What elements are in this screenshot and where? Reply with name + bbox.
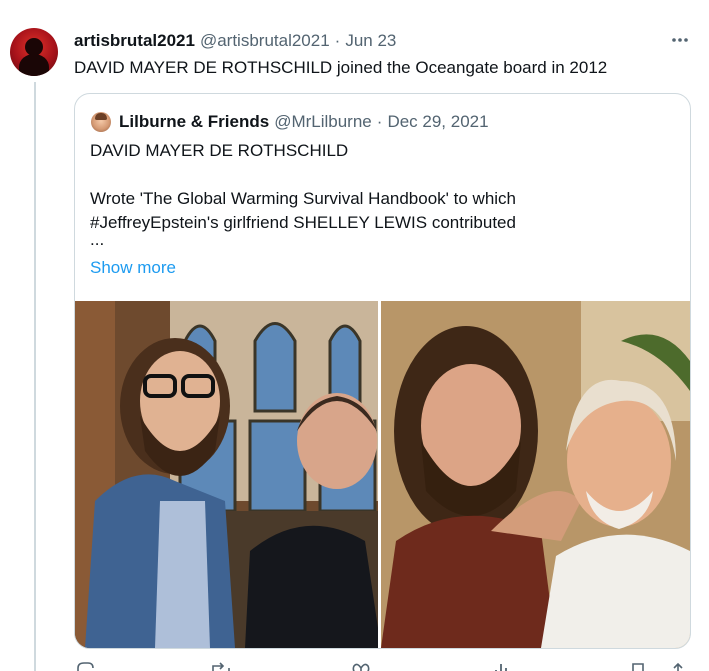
separator-dot: · (376, 112, 383, 131)
retweet-icon[interactable] (211, 661, 231, 671)
quoted-media-grid (75, 301, 690, 648)
quoted-text-line: DAVID MAYER DE ROTHSCHILD (90, 141, 349, 160)
quoted-text-ellipsis: ... (90, 230, 105, 249)
quoted-author-handle[interactable]: @MrLilburne (274, 112, 372, 132)
show-more-link[interactable]: Show more (90, 258, 176, 278)
more-horizontal-icon (672, 38, 688, 42)
quoted-author-name[interactable]: Lilburne & Friends (119, 112, 269, 132)
author-name[interactable]: artisbrutal2021 (74, 31, 195, 51)
reply-icon[interactable] (76, 661, 94, 671)
like-icon[interactable] (352, 661, 370, 671)
photo-left[interactable] (75, 301, 381, 648)
author-avatar[interactable] (10, 28, 58, 76)
tweet-action-bar (74, 657, 691, 671)
views-icon[interactable] (493, 661, 509, 671)
author-handle[interactable]: @artisbrutal2021 (200, 31, 330, 51)
quoted-text-line: Wrote 'The Global Warming Survival Handb… (90, 189, 517, 208)
separator-dot: · (334, 31, 341, 50)
tweet-header: artisbrutal2021 @artisbrutal2021 · Jun 2… (74, 30, 396, 52)
more-options-button[interactable] (666, 28, 694, 52)
quoted-text-line: #JeffreyEpstein's girlfriend SHELLEY LEW… (90, 213, 516, 232)
quoted-author-avatar[interactable] (91, 112, 111, 132)
share-icon[interactable] (670, 661, 686, 671)
tweet-text: DAVID MAYER DE ROTHSCHILD joined the Oce… (74, 58, 608, 77)
quoted-tweet-header: Lilburne & Friends @MrLilburne · Dec 29,… (91, 111, 489, 133)
bookmark-icon[interactable] (630, 661, 646, 671)
quoted-text-blank-line (90, 163, 680, 187)
photo-right[interactable] (381, 301, 690, 648)
quoted-tweet-text: DAVID MAYER DE ROTHSCHILD Wrote 'The Glo… (90, 139, 680, 249)
quoted-tweet-card[interactable]: Lilburne & Friends @MrLilburne · Dec 29,… (74, 93, 691, 649)
tweet-date[interactable]: Jun 23 (345, 31, 396, 51)
thread-connector-line (34, 82, 36, 671)
quoted-tweet-date[interactable]: Dec 29, 2021 (387, 112, 488, 132)
